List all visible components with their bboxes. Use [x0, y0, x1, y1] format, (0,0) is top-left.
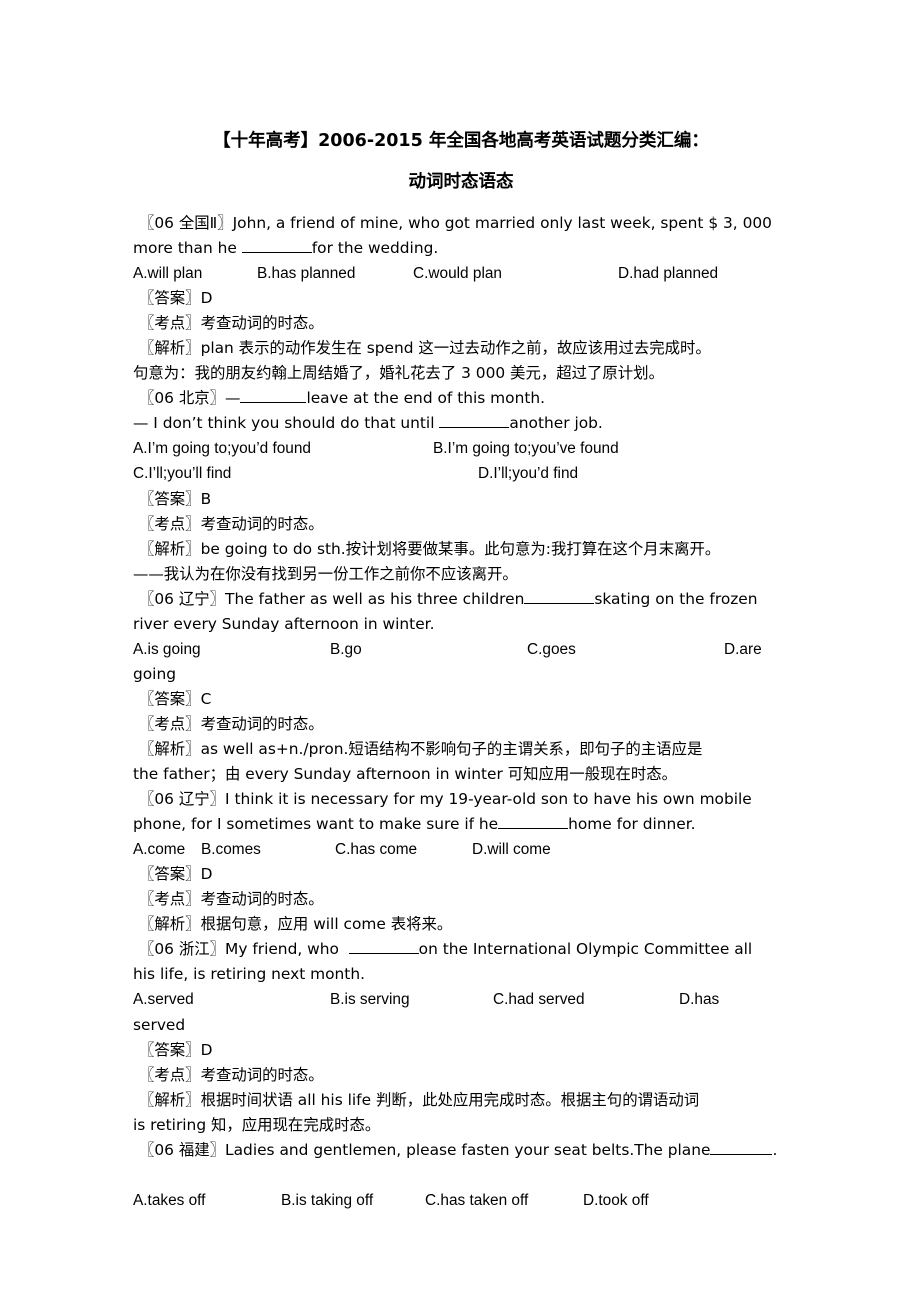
- exam-point-label: 〖考点〗考查动词的时态。: [139, 514, 324, 533]
- stem-text-post: another job.: [509, 414, 603, 433]
- option-b[interactable]: B.I’m going to;you’ve found: [433, 436, 619, 461]
- option-a[interactable]: A.takes off: [133, 1188, 205, 1213]
- analysis-label: 〖解析〗be going to do sth.按计划将要做某事。此句意为:我打算…: [139, 539, 721, 558]
- options-row: A.takes off B.is taking off C.has taken …: [133, 1188, 789, 1213]
- answer-label: 〖答案〗D: [139, 865, 213, 884]
- answer-label: 〖答案〗C: [139, 689, 212, 708]
- stem-text-pre: 〖06 北京〗—: [139, 389, 241, 408]
- option-b[interactable]: B.is serving: [330, 987, 410, 1012]
- analysis-label: 〖解析〗根据时间状语 all his life 判断，此处应用完成时态。根据主句…: [139, 1090, 700, 1109]
- question-stem-cont: more than he for the wedding.: [133, 236, 789, 261]
- document-body: 〖06 全国Ⅱ〗John, a friend of mine, who got …: [133, 211, 789, 1213]
- stem-text-pre: 〖06 浙江〗My friend, who: [139, 940, 349, 959]
- analysis-text: the father；由 every Sunday afternoon in w…: [133, 765, 678, 784]
- page-title: 【十年高考】2006-2015 年全国各地高考英语试题分类汇编：: [213, 131, 709, 151]
- option-c[interactable]: C.would plan: [413, 261, 502, 286]
- question-stem: 〖06 福建〗Ladies and gentlemen, please fast…: [133, 1138, 789, 1163]
- option-d[interactable]: D.took off: [583, 1188, 649, 1213]
- answer-blank: [710, 1140, 773, 1155]
- option-a[interactable]: A.served: [133, 987, 194, 1012]
- options-row: C.I’ll;you’ll find D.I’ll;you’d find: [133, 461, 789, 486]
- question-stem-cont: his life, is retiring next month.: [133, 965, 365, 984]
- stem-text-post: on the International Olympic Committee a…: [418, 940, 753, 959]
- option-a[interactable]: A.is going: [133, 637, 201, 662]
- option-b[interactable]: B.is taking off: [281, 1188, 373, 1213]
- answer-blank: [439, 413, 510, 429]
- stem-text-pre: more than he: [133, 239, 242, 258]
- answer-blank: [498, 814, 569, 830]
- option-c[interactable]: C.goes: [527, 637, 576, 662]
- option-b[interactable]: B.has planned: [257, 261, 355, 286]
- answer-label: 〖答案〗D: [139, 289, 213, 308]
- analysis-text: is retiring 知，应用现在完成时态。: [133, 1115, 381, 1134]
- answer-blank: [241, 238, 312, 254]
- option-a[interactable]: A.will plan: [133, 261, 202, 286]
- option-c[interactable]: C.had served: [493, 987, 585, 1012]
- page-subtitle: 动词时态语态: [408, 172, 514, 192]
- options-row: A.served B.is serving C.had served D.has: [133, 987, 789, 1012]
- option-d[interactable]: D.had planned: [618, 261, 718, 286]
- option-a[interactable]: A.I’m going to;you’d found: [133, 436, 311, 461]
- document-content: 【十年高考】2006-2015 年全国各地高考英语试题分类汇编： 动词时态语态 …: [133, 0, 789, 1213]
- stem-text-post: for the wedding.: [311, 239, 439, 258]
- answer-label: 〖答案〗D: [139, 1040, 213, 1059]
- options-row: A.come B.comes C.has come D.will come: [133, 837, 789, 862]
- exam-point-label: 〖考点〗考查动词的时态。: [139, 1065, 324, 1084]
- stem-text-post: home for dinner.: [568, 815, 696, 834]
- analysis-label: 〖解析〗plan 表示的动作发生在 spend 这一过去动作之前，故应该用过去完…: [139, 339, 711, 358]
- stem-text-pre: 〖06 福建〗Ladies and gentlemen, please fast…: [139, 1140, 711, 1159]
- stem-text-pre: — I don’t think you should do that until: [133, 414, 440, 433]
- question-stem: 〖06 浙江〗My friend, who on the Internation…: [133, 937, 789, 962]
- option-b[interactable]: B.comes: [201, 837, 261, 862]
- analysis-text: ——我认为在你没有找到另一份工作之前你不应该离开。: [133, 564, 518, 583]
- options-row: A.is going B.go C.goes D.are: [133, 637, 789, 662]
- options-row: A.will plan B.has planned C.would plan D…: [133, 261, 789, 286]
- options-overflow[interactable]: going: [133, 662, 789, 687]
- stem-text-post: .: [772, 1140, 778, 1159]
- analysis-label: 〖解析〗根据句意，应用 will come 表将来。: [139, 915, 453, 934]
- question-stem: 〖06 辽宁〗I think it is necessary for my 19…: [139, 790, 752, 809]
- title-block: 【十年高考】2006-2015 年全国各地高考英语试题分类汇编： 动词时态语态: [133, 0, 789, 197]
- question-stem: 〖06 全国Ⅱ〗John, a friend of mine, who got …: [139, 214, 772, 232]
- exam-point-label: 〖考点〗考查动词的时态。: [139, 890, 324, 909]
- stem-text-pre: 〖06 辽宁〗The father as well as his three c…: [139, 589, 525, 608]
- option-b[interactable]: B.go: [330, 637, 362, 662]
- question-stem-cont: river every Sunday afternoon in winter.: [133, 614, 435, 633]
- question-stem-cont: — I don’t think you should do that until…: [133, 411, 789, 436]
- options-row: A.I’m going to;you’d found B.I’m going t…: [133, 436, 789, 461]
- question-stem: 〖06 北京〗— leave at the end of this month.: [133, 386, 789, 411]
- document-page: 【十年高考】2006-2015 年全国各地高考英语试题分类汇编： 动词时态语态 …: [0, 0, 920, 1302]
- answer-blank: [240, 388, 307, 404]
- option-c[interactable]: C.has come: [335, 837, 417, 862]
- answer-blank: [348, 939, 419, 955]
- analysis-text: 句意为：我的朋友约翰上周结婚了，婚礼花去了 3 000 美元，超过了原计划。: [133, 364, 664, 383]
- exam-point-label: 〖考点〗考查动词的时态。: [139, 714, 324, 733]
- exam-point-label: 〖考点〗考查动词的时态。: [139, 314, 324, 333]
- analysis-label: 〖解析〗as well as+n./pron.短语结构不影响句子的主谓关系，即句…: [139, 739, 703, 758]
- option-d[interactable]: D.are: [724, 637, 762, 662]
- option-c[interactable]: C.I’ll;you’ll find: [133, 461, 231, 486]
- option-a[interactable]: A.come: [133, 837, 185, 862]
- option-c[interactable]: C.has taken off: [425, 1188, 528, 1213]
- option-d[interactable]: D.I’ll;you’d find: [478, 461, 578, 486]
- stem-text-pre: phone, for I sometimes want to make sure…: [133, 815, 499, 834]
- answer-blank: [524, 589, 595, 604]
- option-d[interactable]: D.has: [679, 987, 719, 1012]
- options-overflow[interactable]: served: [133, 1013, 789, 1038]
- question-stem: 〖06 辽宁〗The father as well as his three c…: [133, 587, 789, 612]
- question-stem-cont: phone, for I sometimes want to make sure…: [133, 812, 789, 837]
- stem-text-post: skating on the frozen: [594, 589, 758, 608]
- answer-label: 〖答案〗B: [139, 489, 212, 508]
- stem-text-post: leave at the end of this month.: [306, 389, 546, 408]
- option-d[interactable]: D.will come: [472, 837, 551, 862]
